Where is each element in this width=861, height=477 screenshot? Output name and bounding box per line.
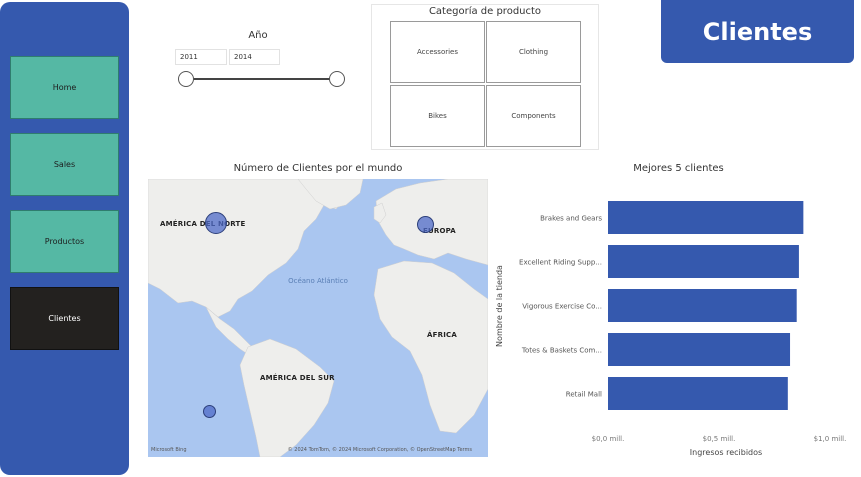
- bar[interactable]: [608, 377, 788, 410]
- nav-productos-button[interactable]: Productos: [10, 210, 119, 273]
- bar-category-label: Vigorous Exercise Co...: [522, 303, 602, 311]
- bar-chart-svg: Brakes and Gears Excellent Riding Supp...…: [495, 201, 847, 457]
- chart-title: Mejores 5 clientes: [633, 163, 724, 174]
- category-slicer-title: Categoría de producto: [428, 6, 542, 17]
- top-customers-chart: Brakes and Gears Excellent Riding Supp...…: [490, 180, 861, 470]
- year-slider-start-handle[interactable]: [178, 71, 194, 87]
- label-north-america: AMÉRICA DEL NORTE: [160, 220, 246, 228]
- nav-home-button[interactable]: Home: [10, 56, 119, 119]
- bar-category-label: Retail Mall: [566, 391, 602, 399]
- bar-category-label: Totes & Baskets Com...: [521, 347, 602, 355]
- category-tile-components[interactable]: Components: [486, 85, 581, 147]
- year-slider-track[interactable]: [186, 78, 338, 80]
- category-tile-bikes[interactable]: Bikes: [390, 85, 485, 147]
- year-start-input[interactable]: 2011: [175, 49, 227, 65]
- year-slider-end-handle[interactable]: [329, 71, 345, 87]
- page-title: Clientes: [661, 0, 854, 63]
- x-tick-label: $0,5 mill.: [703, 435, 736, 443]
- bubble-north-america[interactable]: [205, 212, 227, 234]
- bar[interactable]: [608, 201, 804, 234]
- year-end-input[interactable]: 2014: [229, 49, 280, 65]
- bar[interactable]: [608, 333, 791, 366]
- y-axis-label: Nombre de la tienda: [495, 265, 504, 347]
- label-south-america: AMÉRICA DEL SUR: [260, 374, 335, 382]
- x-axis-label: Ingresos recibidos: [690, 448, 762, 457]
- bar[interactable]: [608, 245, 799, 278]
- map-attribution[interactable]: © 2024 TomTom, © 2024 Microsoft Corporat…: [288, 447, 472, 453]
- bubble-europe[interactable]: [417, 216, 434, 233]
- bubble-australia[interactable]: [203, 405, 216, 418]
- ocean-label: Océano Atlántico: [288, 277, 348, 285]
- map-title: Número de Clientes por el mundo: [233, 163, 403, 174]
- sidebar: Home Sales Productos Clientes: [0, 2, 129, 475]
- category-tile-accessories[interactable]: Accessories: [390, 21, 485, 83]
- x-tick-label: $0,0 mill.: [592, 435, 625, 443]
- bar-category-label: Brakes and Gears: [540, 215, 602, 223]
- bar-category-label: Excellent Riding Supp...: [519, 259, 602, 267]
- label-africa: ÁFRICA: [427, 331, 457, 339]
- customer-map[interactable]: Océano Atlántico AMÉRICA DEL NORTE EUROP…: [148, 179, 488, 457]
- x-tick-label: $1,0 mill.: [814, 435, 847, 443]
- year-slicer-title: Año: [248, 30, 268, 41]
- nav-sales-button[interactable]: Sales: [10, 133, 119, 196]
- nav-clientes-button[interactable]: Clientes: [10, 287, 119, 350]
- category-tile-clothing[interactable]: Clothing: [486, 21, 581, 83]
- bar[interactable]: [608, 289, 797, 322]
- map-provider-logo: Microsoft Bing: [151, 447, 187, 453]
